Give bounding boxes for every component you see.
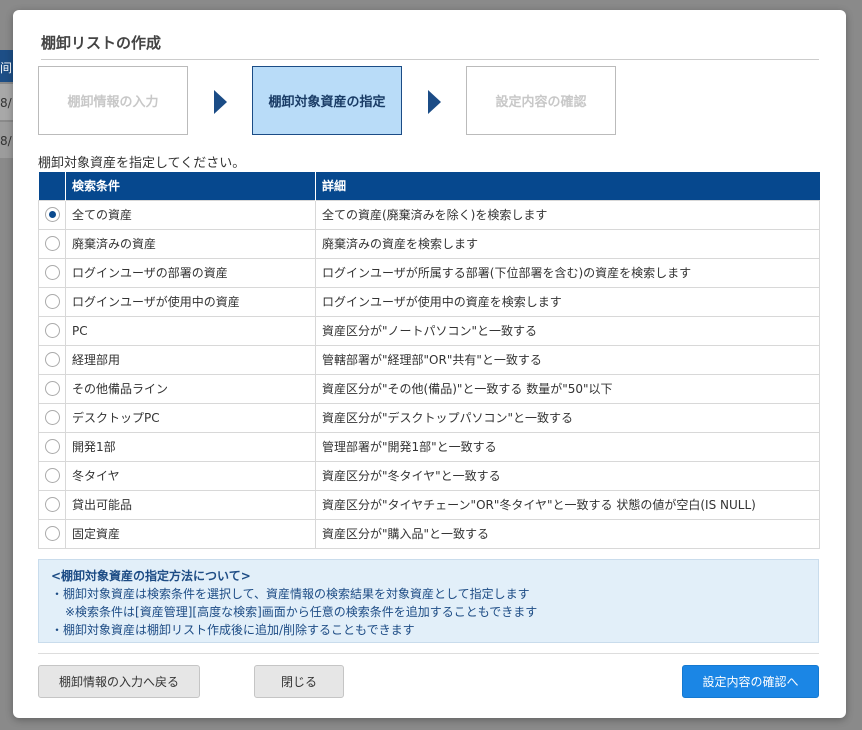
row-select-cell[interactable]	[38, 518, 66, 549]
row-select-cell[interactable]	[38, 489, 66, 520]
row-radio-button[interactable]	[44, 381, 60, 396]
detail-cell: 資産区分が"ノートパソコン"と一致する	[315, 315, 820, 346]
table-row[interactable]: 固定資産 資産区分が"購入品"と一致する	[38, 518, 820, 549]
row-radio-button[interactable]	[44, 207, 60, 222]
search-condition-table: 検索条件 詳細 全ての資産 全ての資産(廃棄済みを除く)を検索します 廃棄済みの資産…	[38, 172, 820, 549]
row-radio-button[interactable]	[44, 468, 60, 483]
row-select-cell[interactable]	[38, 460, 66, 491]
table-row[interactable]: 経理部用 管轄部署が"経理部"OR"共有"と一致する	[38, 344, 820, 375]
row-select-cell[interactable]	[38, 199, 66, 230]
condition-cell: 冬タイヤ	[65, 460, 316, 491]
row-select-cell[interactable]	[38, 344, 66, 375]
step-arrow-icon	[214, 90, 227, 114]
row-radio-button[interactable]	[44, 410, 60, 425]
close-button[interactable]: 閉じる	[254, 665, 344, 698]
condition-cell: 開発1部	[65, 431, 316, 462]
row-select-cell[interactable]	[38, 402, 66, 433]
row-radio-button[interactable]	[44, 439, 60, 454]
row-radio-button[interactable]	[44, 323, 60, 338]
condition-cell: 廃棄済みの資産	[65, 228, 316, 259]
condition-cell: PC	[65, 315, 316, 346]
table-row[interactable]: ログインユーザが使用中の資産 ログインユーザが使用中の資産を検索します	[38, 286, 820, 317]
detail-cell: 資産区分が"デスクトップパソコン"と一致する	[315, 402, 820, 433]
detail-cell: 資産区分が"タイヤチェーン"OR"冬タイヤ"と一致する 状態の値が空白(IS N…	[315, 489, 820, 520]
background-nav-fragment: 间	[0, 50, 14, 82]
footer-divider	[38, 653, 819, 654]
table-row[interactable]: 全ての資産 全ての資産(廃棄済みを除く)を検索します	[38, 199, 820, 230]
condition-cell: 固定資産	[65, 518, 316, 549]
dialog-title: 棚卸リストの作成	[41, 32, 819, 60]
background-row-fragment: 8/	[0, 84, 14, 120]
next-confirm-button[interactable]: 設定内容の確認へ	[682, 665, 819, 698]
detail-cell: 廃棄済みの資産を検索します	[315, 228, 820, 259]
detail-cell: 資産区分が"冬タイヤ"と一致する	[315, 460, 820, 491]
table-row[interactable]: PC 資産区分が"ノートパソコン"と一致する	[38, 315, 820, 346]
condition-cell: ログインユーザが使用中の資産	[65, 286, 316, 317]
row-radio-button[interactable]	[44, 265, 60, 280]
help-info-note: ※検索条件は[資産管理][高度な検索]画面から任意の検索条件を追加することもでき…	[65, 605, 538, 619]
table-row[interactable]: デスクトップPC 資産区分が"デスクトップパソコン"と一致する	[38, 402, 820, 433]
detail-cell: 資産区分が"その他(備品)"と一致する 数量が"50"以下	[315, 373, 820, 404]
row-select-cell[interactable]	[38, 431, 66, 462]
detail-cell: 資産区分が"購入品"と一致する	[315, 518, 820, 549]
table-header-row: 検索条件 詳細	[38, 172, 820, 200]
table-row[interactable]: 貸出可能品 資産区分が"タイヤチェーン"OR"冬タイヤ"と一致する 状態の値が空白…	[38, 489, 820, 520]
background-row-fragment: 8/	[0, 122, 14, 158]
help-info-line: ・棚卸対象資産は検索条件を選択して、資産情報の検索結果を対象資産として指定します	[51, 587, 530, 601]
condition-cell: デスクトップPC	[65, 402, 316, 433]
table-row[interactable]: 冬タイヤ 資産区分が"冬タイヤ"と一致する	[38, 460, 820, 491]
step-target-assets: 棚卸対象資産の指定	[252, 66, 402, 135]
detail-cell: 管理部署が"開発1部"と一致する	[315, 431, 820, 462]
row-select-cell[interactable]	[38, 228, 66, 259]
header-select	[38, 172, 66, 200]
header-detail: 詳細	[315, 172, 820, 200]
table-row[interactable]: 廃棄済みの資産 廃棄済みの資産を検索します	[38, 228, 820, 259]
help-info-box: <棚卸対象資産の指定方法について> ・棚卸対象資産は検索条件を選択して、資産情報…	[38, 559, 819, 643]
row-radio-button[interactable]	[44, 236, 60, 251]
detail-cell: 管轄部署が"経理部"OR"共有"と一致する	[315, 344, 820, 375]
row-radio-button[interactable]	[44, 352, 60, 367]
table-row[interactable]: ログインユーザの部署の資産 ログインユーザが所属する部署(下位部署を含む)の資産を…	[38, 257, 820, 288]
row-radio-button[interactable]	[44, 497, 60, 512]
row-radio-button[interactable]	[44, 526, 60, 541]
step-inventory-info: 棚卸情報の入力	[38, 66, 188, 135]
detail-cell: ログインユーザが所属する部署(下位部署を含む)の資産を検索します	[315, 257, 820, 288]
row-select-cell[interactable]	[38, 373, 66, 404]
table-row[interactable]: 開発1部 管理部署が"開発1部"と一致する	[38, 431, 820, 462]
condition-cell: 経理部用	[65, 344, 316, 375]
row-radio-button[interactable]	[44, 294, 60, 309]
step-arrow-icon	[428, 90, 441, 114]
help-info-line: ・棚卸対象資産は棚卸リスト作成後に追加/削除することもできます	[51, 623, 415, 637]
condition-cell: 貸出可能品	[65, 489, 316, 520]
detail-cell: 全ての資産(廃棄済みを除く)を検索します	[315, 199, 820, 230]
help-info-title: <棚卸対象資産の指定方法について>	[51, 569, 251, 583]
condition-cell: その他備品ライン	[65, 373, 316, 404]
back-to-inventory-info-button[interactable]: 棚卸情報の入力へ戻る	[38, 665, 200, 698]
instruction-text: 棚卸対象資産を指定してください。	[38, 156, 246, 171]
condition-cell: 全ての資産	[65, 199, 316, 230]
step-confirm-settings: 設定内容の確認	[466, 66, 616, 135]
row-select-cell[interactable]	[38, 257, 66, 288]
row-select-cell[interactable]	[38, 286, 66, 317]
header-condition: 検索条件	[65, 172, 316, 200]
table-row[interactable]: その他備品ライン 資産区分が"その他(備品)"と一致する 数量が"50"以下	[38, 373, 820, 404]
detail-cell: ログインユーザが使用中の資産を検索します	[315, 286, 820, 317]
row-select-cell[interactable]	[38, 315, 66, 346]
create-inventory-list-dialog: 棚卸リストの作成 棚卸情報の入力 棚卸対象資産の指定 設定内容の確認 棚卸対象資…	[13, 10, 846, 718]
condition-cell: ログインユーザの部署の資産	[65, 257, 316, 288]
